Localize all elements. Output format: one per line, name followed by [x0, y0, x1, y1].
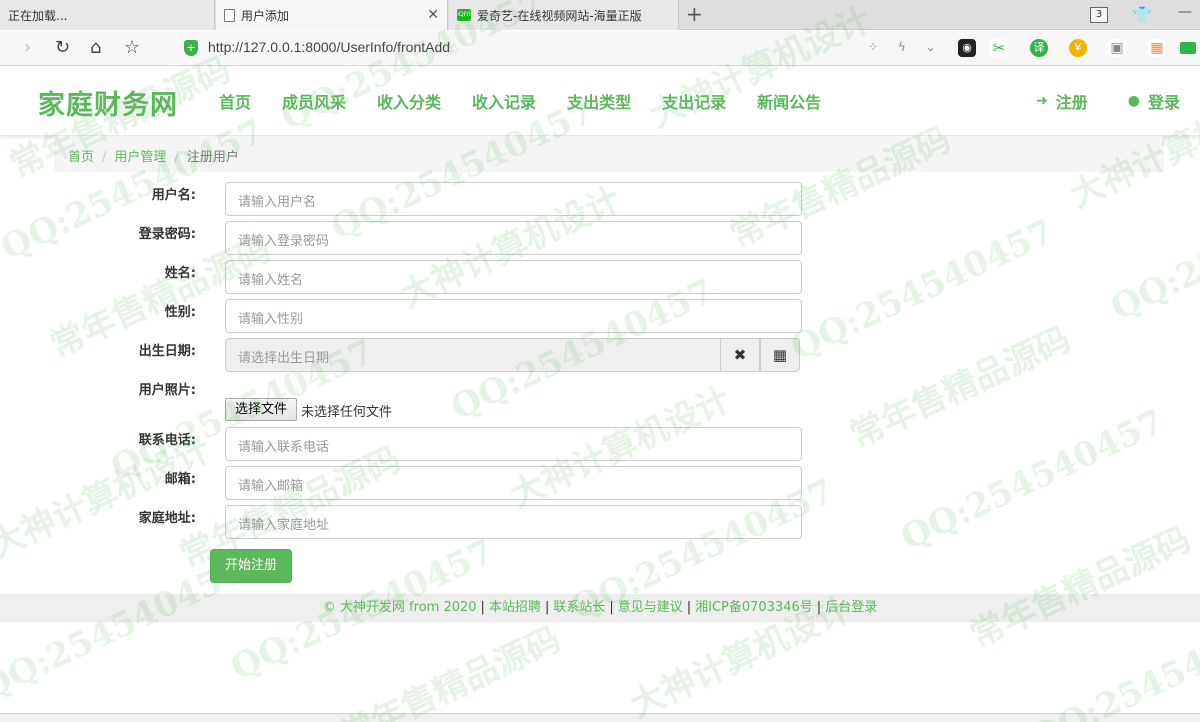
footer-separator: | — [686, 600, 692, 615]
breadcrumb-current: 注册用户 — [186, 150, 239, 165]
choose-file-button[interactable]: 选择文件 — [225, 398, 297, 421]
breadcrumb-separator: / — [174, 150, 179, 165]
auth-links: ➜ 注册 ● 登录 — [996, 89, 1180, 113]
watermark-text: QQ:254540457 — [894, 401, 1170, 559]
tab-count-badge[interactable]: 3 — [1090, 7, 1108, 23]
forward-icon[interactable]: › — [24, 37, 31, 58]
name-label: 姓名: — [164, 266, 196, 281]
browser-status-bar — [0, 713, 1200, 722]
watermark-text: 常年售精品源码 — [964, 519, 1197, 657]
nav-home[interactable]: 首页 — [219, 89, 251, 113]
scissors-icon[interactable]: ✂ — [990, 39, 1008, 57]
battery-icon — [1180, 42, 1196, 54]
site-brand[interactable]: 家庭财务网 — [38, 83, 178, 122]
address-input[interactable]: 请输入家庭地址 — [225, 505, 802, 539]
username-input[interactable]: 请输入用户名 — [225, 182, 802, 216]
extension-mask-icon[interactable]: ◉ — [958, 39, 976, 57]
phone-input[interactable]: 请输入联系电话 — [225, 427, 802, 461]
address-label: 家庭地址: — [138, 511, 196, 526]
footer-link-jobs[interactable]: 本站招聘 — [489, 600, 541, 615]
tab-title: 正在加载... — [8, 8, 68, 23]
password-label: 登录密码: — [138, 227, 196, 242]
security-shield-icon[interactable]: + — [184, 40, 198, 56]
browser-tab-strip: 正在加载... 用户添加 ✕ iQIYI 爱奇艺-在线视频网站-海量正版 + 3… — [0, 0, 1200, 30]
home-icon[interactable]: ⌂ — [90, 37, 101, 58]
name-input[interactable]: 请输入姓名 — [225, 260, 802, 294]
user-icon: ● — [1127, 93, 1140, 109]
tab-title: 爱奇艺-在线视频网站-海量正版 — [477, 8, 642, 23]
login-link[interactable]: ● 登录 — [1128, 89, 1180, 113]
footer-separator: | — [544, 600, 550, 615]
login-label: 登录 — [1147, 93, 1180, 112]
photo-label: 用户照片: — [138, 383, 196, 398]
address-bar: › ↻ ⌂ ☆ + http://127.0.0.1:8000/UserInfo… — [0, 31, 1200, 66]
new-tab-plus-icon[interactable]: + — [686, 3, 703, 25]
sign-in-icon: ➜ — [1036, 93, 1048, 109]
clear-date-icon[interactable]: ✖ — [720, 338, 760, 372]
footer-separator: | — [609, 600, 614, 615]
birthdate-input[interactable]: 请选择出生日期 — [225, 338, 721, 372]
skin-shirt-icon[interactable]: 👕 — [1132, 5, 1152, 24]
apps-grid-icon[interactable]: ▦ — [1148, 39, 1166, 57]
minimize-icon[interactable]: — — [1178, 4, 1192, 20]
password-input[interactable]: 请输入登录密码 — [225, 221, 802, 255]
tab-title: 用户添加 — [241, 8, 290, 23]
breadcrumb-home[interactable]: 首页 — [68, 150, 94, 165]
email-input[interactable]: 请输入邮箱 — [225, 466, 802, 500]
main-nav: 首页 成员风采 收入分类 收入记录 支出类型 支出记录 新闻公告 — [219, 89, 852, 113]
url-tools-icons[interactable]: ⁘ ϟ ⌄ — [868, 40, 944, 54]
iqiyi-icon: iQIYI — [457, 9, 471, 21]
watermark-text: 常年售精品源码 — [334, 619, 567, 722]
site-header: 家庭财务网 首页 成员风采 收入分类 收入记录 支出类型 支出记录 新闻公告 ➜… — [0, 67, 1200, 135]
file-status-text: 未选择任何文件 — [301, 405, 393, 420]
footer-link-icp[interactable]: 湘ICP备0703346号 — [695, 600, 813, 615]
nav-expense-types[interactable]: 支出类型 — [567, 89, 631, 113]
nav-income-category[interactable]: 收入分类 — [377, 89, 441, 113]
nav-expense-records[interactable]: 支出记录 — [662, 89, 726, 113]
browser-tab-iqiyi[interactable]: iQIYI 爱奇艺-在线视频网站-海量正版 — [449, 0, 679, 30]
watermark-text: 常年售精品源码 — [844, 319, 1077, 457]
footer-link-admin-login[interactable]: 后台登录 — [825, 600, 877, 615]
gender-input[interactable]: 请输入性别 — [225, 299, 802, 333]
birthdate-label: 出生日期: — [138, 344, 196, 359]
nav-members[interactable]: 成员风采 — [282, 89, 346, 113]
translate-icon[interactable]: 译 — [1030, 39, 1048, 57]
breadcrumb: 首页 / 用户管理 / 注册用户 — [54, 136, 1164, 172]
register-link[interactable]: ➜ 注册 — [1036, 89, 1088, 113]
footer: © 大神开发网 from 2020 | 本站招聘 | 联系站长 | 意见与建议 | 湘ICP备0… — [0, 594, 1200, 622]
footer-copyright: © 大神开发网 from 2020 — [322, 600, 477, 615]
reload-icon[interactable]: ↻ — [55, 37, 70, 58]
gender-label: 性别: — [164, 305, 196, 320]
watermark-text: QQ:254540457 — [784, 211, 1060, 369]
url-field[interactable]: http://127.0.0.1:8000/UserInfo/frontAdd — [208, 39, 450, 55]
footer-link-feedback[interactable]: 意见与建议 — [618, 600, 683, 615]
nav-news[interactable]: 新闻公告 — [757, 89, 821, 113]
bookmark-star-icon[interactable]: ☆ — [124, 37, 140, 58]
coin-icon[interactable]: ¥ — [1069, 39, 1087, 57]
phone-label: 联系电话: — [138, 433, 196, 448]
close-icon[interactable]: ✕ — [427, 7, 439, 23]
breadcrumb-user-management[interactable]: 用户管理 — [114, 150, 166, 165]
footer-separator: | — [816, 600, 822, 615]
document-icon — [224, 8, 235, 22]
browser-tab-user-add[interactable]: 用户添加 ✕ — [216, 0, 448, 30]
browser-tab-loading[interactable]: 正在加载... — [0, 0, 215, 30]
email-label: 邮箱: — [164, 472, 196, 487]
submit-register-button[interactable]: 开始注册 — [210, 549, 292, 583]
watermark-text: QQ:254540457 — [1104, 171, 1200, 329]
breadcrumb-separator: / — [102, 150, 107, 165]
footer-link-contact[interactable]: 联系站长 — [553, 600, 605, 615]
username-label: 用户名: — [151, 188, 196, 203]
calendar-icon[interactable]: ▦ — [760, 338, 800, 372]
footer-separator: | — [480, 600, 485, 615]
picture-icon[interactable]: ▣ — [1108, 39, 1126, 57]
register-label: 注册 — [1055, 93, 1088, 112]
nav-income-records[interactable]: 收入记录 — [472, 89, 536, 113]
